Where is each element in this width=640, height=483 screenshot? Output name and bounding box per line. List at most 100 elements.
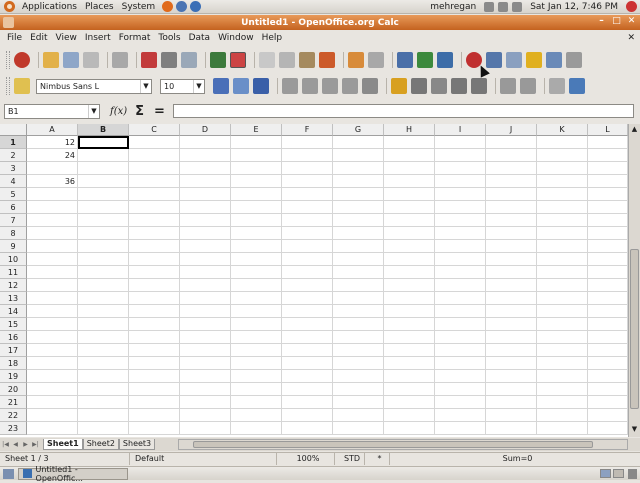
cell-f11[interactable] — [282, 266, 333, 279]
row-header-22[interactable]: 22 — [0, 409, 27, 422]
sort-descending-icon[interactable] — [437, 52, 453, 68]
cell-i22[interactable] — [435, 409, 486, 422]
cell-c19[interactable] — [129, 370, 180, 383]
cell-i1[interactable] — [435, 136, 486, 149]
network-icon[interactable] — [498, 1, 509, 12]
toolbar-grip[interactable] — [6, 77, 10, 95]
cell-h20[interactable] — [384, 383, 435, 396]
cell-a23[interactable] — [27, 422, 78, 435]
cell-g1[interactable] — [333, 136, 384, 149]
align-left-icon[interactable] — [282, 78, 298, 94]
decrease-indent-icon[interactable] — [500, 78, 516, 94]
function-button[interactable]: = — [154, 104, 165, 119]
cell-a6[interactable] — [27, 201, 78, 214]
cell-d3[interactable] — [180, 162, 231, 175]
menu-edit[interactable]: Edit — [26, 33, 51, 43]
cell-k20[interactable] — [537, 383, 588, 396]
cell-h4[interactable] — [384, 175, 435, 188]
cell-d2[interactable] — [180, 149, 231, 162]
cell-f2[interactable] — [282, 149, 333, 162]
menu-file[interactable]: File — [3, 33, 26, 43]
cell-h6[interactable] — [384, 201, 435, 214]
volume-icon[interactable] — [512, 1, 523, 12]
cell-a3[interactable] — [27, 162, 78, 175]
chevron-down-icon[interactable]: ▼ — [88, 104, 99, 118]
cell-c20[interactable] — [129, 383, 180, 396]
cell-b18[interactable] — [78, 357, 129, 370]
cell-e11[interactable] — [231, 266, 282, 279]
cell-k10[interactable] — [537, 253, 588, 266]
cell-l5[interactable] — [588, 188, 628, 201]
cell-j15[interactable] — [486, 318, 537, 331]
cell-a1[interactable]: 12 — [27, 136, 78, 149]
cell-e4[interactable] — [231, 175, 282, 188]
menu-insert[interactable]: Insert — [81, 33, 115, 43]
cell-k19[interactable] — [537, 370, 588, 383]
increase-indent-icon[interactable] — [520, 78, 536, 94]
menu-tools[interactable]: Tools — [154, 33, 184, 43]
cell-b20[interactable] — [78, 383, 129, 396]
cell-l16[interactable] — [588, 331, 628, 344]
column-header-h[interactable]: H — [384, 124, 435, 136]
cell-a10[interactable] — [27, 253, 78, 266]
cell-b5[interactable] — [78, 188, 129, 201]
save-icon[interactable] — [63, 52, 79, 68]
menu-format[interactable]: Format — [115, 33, 155, 43]
cell-g3[interactable] — [333, 162, 384, 175]
cell-i2[interactable] — [435, 149, 486, 162]
underline-icon[interactable] — [253, 78, 269, 94]
cell-d4[interactable] — [180, 175, 231, 188]
column-header-g[interactable]: G — [333, 124, 384, 136]
cell-g7[interactable] — [333, 214, 384, 227]
cell-l12[interactable] — [588, 279, 628, 292]
vertical-scrollbar[interactable]: ▲ ▼ — [628, 124, 640, 437]
cell-h18[interactable] — [384, 357, 435, 370]
percent-icon[interactable] — [411, 78, 427, 94]
column-header-k[interactable]: K — [537, 124, 588, 136]
cell-h21[interactable] — [384, 396, 435, 409]
cell-g16[interactable] — [333, 331, 384, 344]
cell-i10[interactable] — [435, 253, 486, 266]
cell-g4[interactable] — [333, 175, 384, 188]
cell-g19[interactable] — [333, 370, 384, 383]
cell-b12[interactable] — [78, 279, 129, 292]
cell-b10[interactable] — [78, 253, 129, 266]
cell-k23[interactable] — [537, 422, 588, 435]
cell-b19[interactable] — [78, 370, 129, 383]
cell-g22[interactable] — [333, 409, 384, 422]
cell-j17[interactable] — [486, 344, 537, 357]
cell-e22[interactable] — [231, 409, 282, 422]
cell-g10[interactable] — [333, 253, 384, 266]
cell-f19[interactable] — [282, 370, 333, 383]
cell-d8[interactable] — [180, 227, 231, 240]
cell-l18[interactable] — [588, 357, 628, 370]
cell-d5[interactable] — [180, 188, 231, 201]
cell-f8[interactable] — [282, 227, 333, 240]
navigator-icon[interactable] — [526, 52, 542, 68]
toolbar-grip[interactable] — [6, 51, 10, 69]
cell-b14[interactable] — [78, 305, 129, 318]
row-header-4[interactable]: 4 — [0, 175, 27, 188]
window-menu-icon[interactable] — [3, 17, 14, 28]
cell-c7[interactable] — [129, 214, 180, 227]
cell-l22[interactable] — [588, 409, 628, 422]
cell-e23[interactable] — [231, 422, 282, 435]
hyperlink-icon[interactable] — [397, 52, 413, 68]
cell-g21[interactable] — [333, 396, 384, 409]
borders-icon[interactable] — [549, 78, 565, 94]
row-header-20[interactable]: 20 — [0, 383, 27, 396]
cell-e5[interactable] — [231, 188, 282, 201]
cell-f18[interactable] — [282, 357, 333, 370]
cell-j1[interactable] — [486, 136, 537, 149]
row-header-16[interactable]: 16 — [0, 331, 27, 344]
cell-g9[interactable] — [333, 240, 384, 253]
cell-i23[interactable] — [435, 422, 486, 435]
cell-c4[interactable] — [129, 175, 180, 188]
cell-e6[interactable] — [231, 201, 282, 214]
row-header-9[interactable]: 9 — [0, 240, 27, 253]
cell-b4[interactable] — [78, 175, 129, 188]
cell-l17[interactable] — [588, 344, 628, 357]
cell-f1[interactable] — [282, 136, 333, 149]
cell-j16[interactable] — [486, 331, 537, 344]
cell-d14[interactable] — [180, 305, 231, 318]
